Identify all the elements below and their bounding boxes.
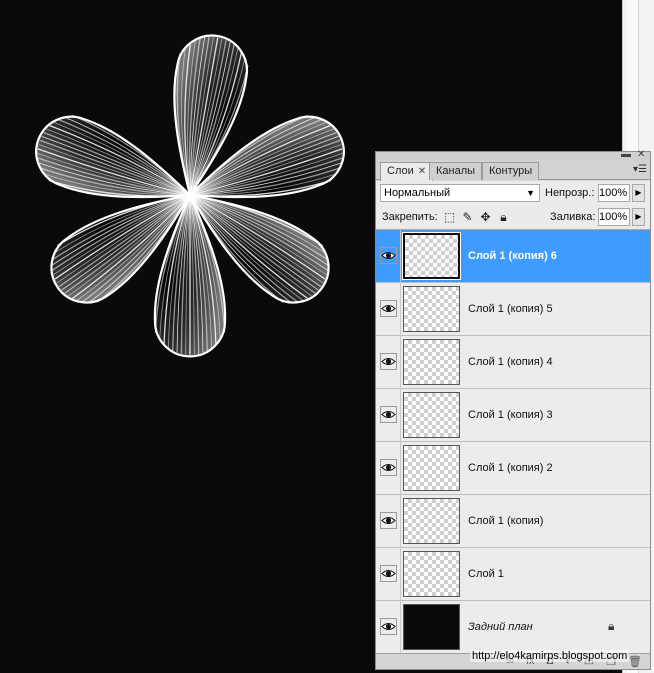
- visibility-eye-icon[interactable]: [380, 406, 397, 423]
- panel-titlebar[interactable]: ▬ ✕: [376, 150, 650, 160]
- layer-name[interactable]: Слой 1: [468, 568, 504, 580]
- layers-panel: ▬ ✕ Слои ✕ Каналы Контуры ▾☰ Нормальный ▼…: [375, 150, 651, 670]
- layer-thumbnail[interactable]: [403, 339, 460, 385]
- layer-thumbnail[interactable]: [403, 392, 460, 438]
- layer-name[interactable]: Слой 1 (копия) 6: [468, 250, 557, 262]
- fill-label: Заливка:: [550, 211, 596, 223]
- layer-row[interactable]: Задний план 🔒︎: [376, 601, 650, 653]
- layer-name[interactable]: Слой 1 (копия) 5: [468, 303, 553, 315]
- panel-tabs: Слои ✕ Каналы Контуры ▾☰: [376, 160, 650, 181]
- lock-all-icon[interactable]: 🔒︎: [497, 211, 510, 224]
- layer-name[interactable]: Слой 1 (копия) 4: [468, 356, 553, 368]
- tab-paths[interactable]: Контуры: [482, 162, 540, 180]
- fill-slider-button[interactable]: ▶: [632, 208, 645, 226]
- layer-name[interactable]: Слой 1 (копия): [468, 515, 543, 527]
- visibility-eye-icon[interactable]: [380, 512, 397, 529]
- layer-row[interactable]: Слой 1 (копия) 2: [376, 442, 650, 495]
- layer-row[interactable]: Слой 1 (копия) 5: [376, 283, 650, 336]
- minimize-icon[interactable]: ▬: [621, 150, 631, 160]
- layer-thumbnail[interactable]: [403, 286, 460, 332]
- tab-channels[interactable]: Каналы: [429, 162, 483, 180]
- visibility-eye-icon[interactable]: [380, 300, 397, 317]
- fill-input[interactable]: 100%: [598, 208, 630, 226]
- chevron-down-icon: ▼: [526, 188, 535, 198]
- visibility-eye-icon[interactable]: [380, 565, 397, 582]
- layer-thumbnail[interactable]: [403, 551, 460, 597]
- opacity-input[interactable]: 100%: [598, 184, 630, 202]
- lock-options-row: Закрепить: ⬚ ✎ ✥ 🔒︎ Заливка: 100% ▶: [376, 205, 650, 230]
- visibility-eye-icon[interactable]: [380, 618, 397, 635]
- layer-row[interactable]: Слой 1 (копия) 6: [376, 230, 650, 283]
- blend-mode-select[interactable]: Нормальный ▼: [380, 184, 540, 202]
- delete-layer-icon[interactable]: 🗑︎: [628, 655, 642, 668]
- visibility-eye-icon[interactable]: [380, 353, 397, 370]
- lock-image-brush-icon[interactable]: ✎: [461, 211, 474, 224]
- visibility-eye-icon[interactable]: [380, 459, 397, 476]
- layer-row[interactable]: Слой 1: [376, 548, 650, 601]
- layers-list[interactable]: Слой 1 (копия) 6 Слой 1 (копия) 5 Слой 1 (…: [376, 230, 650, 653]
- close-tab-icon[interactable]: ✕: [418, 166, 426, 177]
- layer-name[interactable]: Задний план: [468, 621, 533, 633]
- lock-position-move-icon[interactable]: ✥: [479, 211, 492, 224]
- opacity-slider-button[interactable]: ▶: [632, 184, 645, 202]
- panel-menu-icon[interactable]: ▾☰: [633, 164, 647, 175]
- lock-label: Закрепить:: [382, 211, 438, 223]
- layer-name[interactable]: Слой 1 (копия) 2: [468, 462, 553, 474]
- tab-layers[interactable]: Слои ✕: [380, 162, 434, 181]
- layer-thumbnail[interactable]: [403, 604, 460, 650]
- layer-row[interactable]: Слой 1 (копия) 4: [376, 336, 650, 389]
- lock-transparency-icon[interactable]: ⬚: [443, 211, 456, 224]
- close-panel-icon[interactable]: ✕: [637, 150, 645, 160]
- layer-thumbnail[interactable]: [403, 445, 460, 491]
- layer-row[interactable]: Слой 1 (копия) 3: [376, 389, 650, 442]
- layer-thumbnail[interactable]: [403, 498, 460, 544]
- layer-row[interactable]: Слой 1 (копия): [376, 495, 650, 548]
- layer-name[interactable]: Слой 1 (копия) 3: [468, 409, 553, 421]
- layer-thumbnail[interactable]: [402, 232, 461, 280]
- layer-lock-icon: 🔒︎: [608, 619, 615, 633]
- blend-options-row: Нормальный ▼ Непрозр.: 100% ▶: [376, 181, 650, 207]
- visibility-eye-icon[interactable]: [380, 247, 397, 264]
- watermark-url: http://elo4kamirps.blogspot.com: [470, 650, 630, 662]
- opacity-label: Непрозр.:: [545, 187, 595, 199]
